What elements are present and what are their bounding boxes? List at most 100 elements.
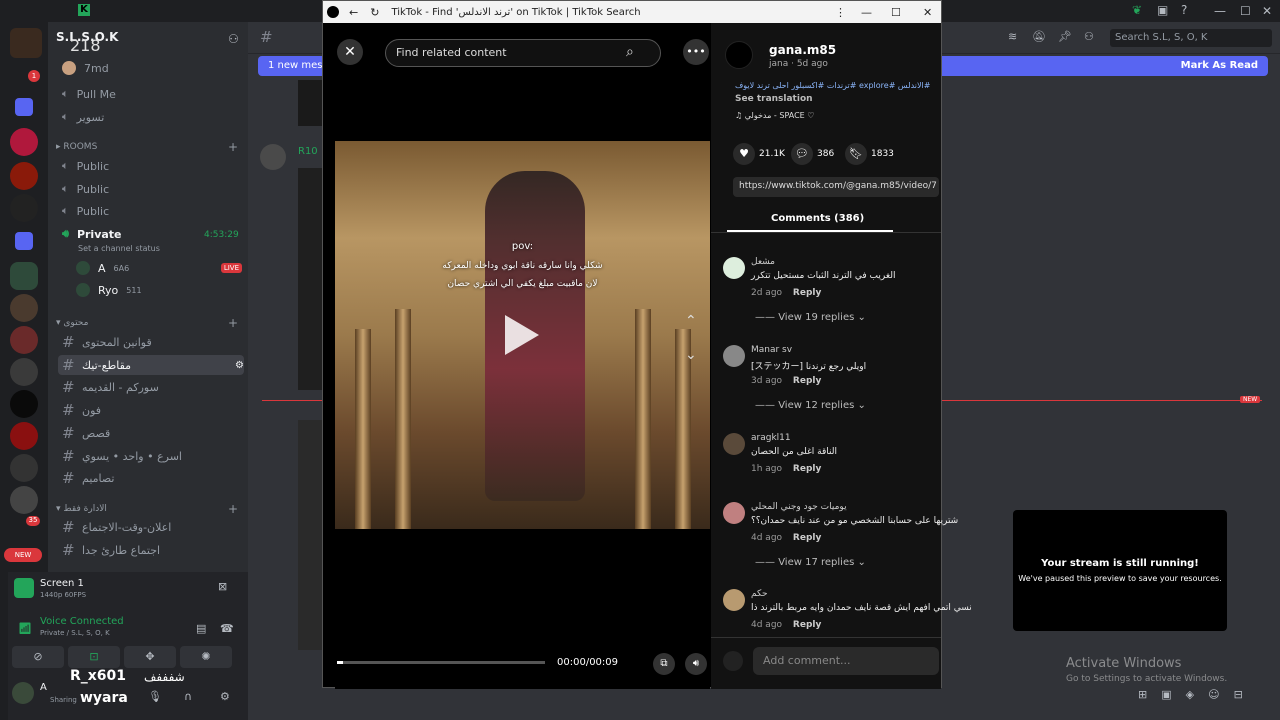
back-icon[interactable]: ← bbox=[349, 6, 358, 19]
add-channel-icon[interactable]: + bbox=[228, 140, 238, 154]
avatar[interactable] bbox=[723, 589, 745, 611]
message-avatar[interactable] bbox=[260, 144, 286, 170]
minimize-icon[interactable]: — bbox=[861, 6, 872, 19]
text-channel-meeting-time[interactable]: # اعلان-وقت-الاجتماع bbox=[58, 517, 244, 537]
server-icon-e[interactable] bbox=[10, 422, 38, 450]
mute-icon[interactable]: 🔕︎ bbox=[1032, 30, 1046, 43]
video-frame[interactable]: pov: شكلي وانا سارقه ناقة ابوي وداخله ال… bbox=[335, 141, 710, 529]
maximize-icon[interactable]: ☐ bbox=[1240, 4, 1251, 18]
server-icon-606[interactable] bbox=[10, 128, 38, 156]
disconnect-icon[interactable]: ☎ bbox=[220, 622, 234, 635]
noise-icon[interactable]: ▤ bbox=[196, 622, 206, 635]
reply-button[interactable]: Reply bbox=[793, 376, 821, 386]
text-channel-urgent-meeting[interactable]: # اجتماع طارئ جدا bbox=[58, 540, 244, 560]
progress-bar[interactable] bbox=[337, 661, 545, 664]
folder-icon-2[interactable] bbox=[15, 232, 33, 250]
share-screen-button[interactable]: ⊡ bbox=[68, 646, 120, 668]
author-name[interactable]: gana.m85 bbox=[769, 43, 836, 57]
voice-channel-public-3[interactable]: 🔈︎ Public bbox=[58, 201, 244, 221]
server-icon-g[interactable] bbox=[10, 486, 38, 514]
menu-icon[interactable]: ⋮ bbox=[835, 6, 846, 19]
play-icon[interactable] bbox=[505, 315, 539, 355]
settings-icon[interactable]: ⚙ bbox=[235, 360, 244, 371]
members-icon[interactable]: ⚇ bbox=[1084, 30, 1094, 43]
server-icon-d[interactable] bbox=[10, 390, 38, 418]
server-icon-f[interactable] bbox=[10, 454, 38, 482]
user-settings-icon[interactable]: ⚙ bbox=[220, 690, 230, 703]
user-avatar[interactable] bbox=[10, 28, 42, 58]
music-info[interactable]: ♫ مدخولي - SPACE ♡ bbox=[735, 111, 814, 120]
rooms-category[interactable]: ▸ ROOMS bbox=[56, 142, 97, 152]
server-icon-active[interactable] bbox=[10, 262, 38, 290]
video-description[interactable]: #الاندلس #explore #ترندات #اكسبلور احلى … bbox=[735, 81, 931, 90]
close-icon[interactable]: ✕ bbox=[1262, 4, 1272, 18]
close-icon[interactable]: ✕ bbox=[923, 6, 932, 19]
avatar[interactable] bbox=[723, 345, 745, 367]
soundboard-button[interactable]: ✺ bbox=[180, 646, 232, 668]
inbox-icon[interactable]: ▣ bbox=[1157, 3, 1168, 17]
voice-channel-public-1[interactable]: 🔈︎ Public bbox=[58, 156, 244, 176]
see-translation-link[interactable]: See translation bbox=[735, 94, 813, 104]
more-options-icon[interactable]: ••• bbox=[683, 39, 709, 65]
mic-icon[interactable]: 🎙︎ bbox=[148, 690, 162, 703]
like-icon[interactable]: ♥ bbox=[733, 143, 755, 165]
server-icon-646a[interactable] bbox=[10, 162, 38, 190]
gif-icon[interactable]: ▣ bbox=[1161, 688, 1171, 702]
minimize-icon[interactable]: — bbox=[1214, 4, 1226, 18]
folder-icon[interactable] bbox=[15, 98, 33, 116]
view-replies-button[interactable]: —— View 17 replies ⌄ bbox=[755, 557, 866, 568]
mark-as-read-button[interactable]: Mark As Read bbox=[1181, 60, 1258, 71]
comment-icon[interactable]: 💬︎ bbox=[791, 143, 813, 165]
apps-icon[interactable]: ⊞ bbox=[1138, 688, 1147, 702]
view-replies-button[interactable]: —— View 12 replies ⌄ bbox=[755, 400, 866, 411]
search-input[interactable]: Search S.L, S, O, K bbox=[1110, 29, 1272, 47]
activities-button[interactable]: ✥ bbox=[124, 646, 176, 668]
prev-video-icon[interactable]: ⌃ bbox=[685, 313, 697, 329]
server-icon-a[interactable] bbox=[10, 294, 38, 322]
voice-user-a[interactable]: A 6A6 LIVE bbox=[72, 258, 242, 278]
content-category[interactable]: ▾ محتوى bbox=[56, 318, 88, 328]
avatar[interactable] bbox=[723, 257, 745, 279]
author-avatar[interactable] bbox=[725, 41, 753, 69]
text-channel-old-pics[interactable]: # سوركم - القديمه bbox=[58, 377, 244, 397]
reply-button[interactable]: Reply bbox=[793, 288, 821, 298]
message-author[interactable]: R10 bbox=[298, 146, 318, 157]
reload-icon[interactable]: ↻ bbox=[370, 6, 379, 19]
pip-icon[interactable]: ⧉ bbox=[653, 653, 675, 675]
server-icon-c[interactable] bbox=[10, 358, 38, 386]
next-video-icon[interactable]: ⌄ bbox=[685, 347, 697, 363]
related-search-input[interactable]: Find related content ⌕ bbox=[385, 39, 661, 67]
add-channel-icon-2[interactable]: + bbox=[228, 316, 238, 330]
camera-off-button[interactable]: ⊘ bbox=[12, 646, 64, 668]
message-video-1[interactable] bbox=[298, 168, 322, 390]
add-channel-icon-3[interactable]: + bbox=[228, 502, 238, 516]
admin-category[interactable]: ▾ الادارة فقط bbox=[56, 504, 107, 514]
voice-channel-tswir[interactable]: 🔈︎ تسوير bbox=[58, 107, 244, 127]
server-icon-b[interactable] bbox=[10, 326, 38, 354]
message-thumbnail[interactable] bbox=[298, 80, 322, 126]
channel-status[interactable]: Set a channel status bbox=[78, 244, 160, 253]
text-channel-stories[interactable]: # قصص bbox=[58, 423, 244, 443]
add-comment-input[interactable]: Add comment... bbox=[753, 647, 939, 675]
avatar[interactable] bbox=[723, 433, 745, 455]
search-icon[interactable]: ⌕ bbox=[626, 44, 634, 60]
message-video-2[interactable] bbox=[298, 420, 322, 650]
view-replies-button[interactable]: —— View 19 replies ⌄ bbox=[755, 312, 866, 323]
stop-stream-icon[interactable]: ⊠ bbox=[218, 580, 227, 593]
avatar[interactable] bbox=[723, 502, 745, 524]
comments-tab[interactable]: Comments (386) bbox=[771, 213, 864, 224]
bookmark-icon[interactable]: 🔖︎ bbox=[845, 143, 867, 165]
video-url[interactable]: https://www.tiktok.com/@gana.m85/video/7 bbox=[733, 177, 939, 197]
text-channel-fastest[interactable]: # اسرع • واحد • يسوي bbox=[58, 446, 244, 466]
text-channel-tiktok-clips[interactable]: # مقاطع-تيك ⚙ bbox=[58, 355, 244, 375]
text-channel-fon[interactable]: # فون bbox=[58, 400, 244, 420]
user-avatar-small[interactable] bbox=[12, 682, 34, 704]
volume-icon[interactable]: 🔊︎ bbox=[685, 653, 707, 675]
leaf-icon[interactable]: ❦ bbox=[1132, 3, 1142, 17]
voice-channel-public-2[interactable]: 🔈︎ Public bbox=[58, 179, 244, 199]
threads-icon[interactable]: ≋ bbox=[1008, 30, 1017, 43]
gift-icon[interactable]: ⊟ bbox=[1234, 688, 1243, 702]
help-icon[interactable]: ? bbox=[1181, 3, 1187, 17]
pin-icon[interactable]: 📌︎ bbox=[1058, 30, 1072, 43]
emoji-icon[interactable]: ☺ bbox=[1208, 688, 1219, 702]
